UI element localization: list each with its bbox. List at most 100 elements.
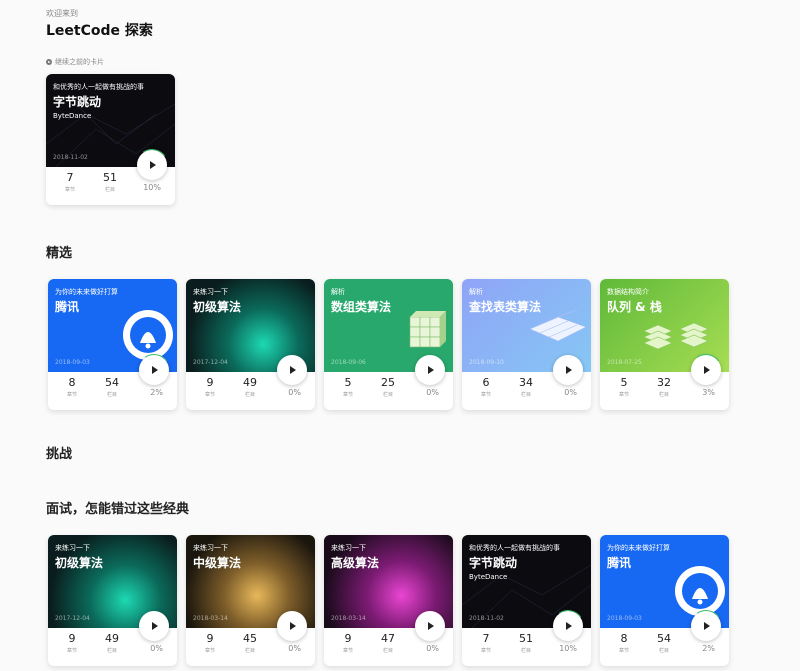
- play-button[interactable]: [687, 351, 725, 389]
- chapters-count: 9: [68, 632, 76, 645]
- card-title: 高级算法: [331, 556, 380, 570]
- chapters-stat: 8 章节: [613, 632, 635, 654]
- play-button[interactable]: [415, 355, 445, 385]
- chapters-stat: 6 章节: [475, 376, 497, 398]
- card-title: 字节跳动: [53, 95, 102, 109]
- chapters-label: 章节: [480, 392, 491, 398]
- items-label: 栏目: [106, 392, 117, 398]
- items-stat: 34 栏目: [515, 376, 537, 398]
- chapters-count: 9: [206, 632, 214, 645]
- card-date: 2018-09-03: [55, 359, 90, 366]
- play-button[interactable]: [553, 355, 583, 385]
- card-subtitle: 和优秀的人一起做有挑战的事: [469, 544, 560, 552]
- card-subtitle: 为你的未来做好打算: [607, 544, 670, 552]
- chapters-label: 章节: [66, 648, 77, 654]
- card-tencent[interactable]: 为你的未来做好打算 腾讯 2018-09-03 8 章节 54 栏目 2%: [48, 279, 177, 410]
- items-label: 栏目: [520, 648, 531, 654]
- items-count: 34: [519, 376, 533, 389]
- section-featured-title: 精选: [46, 246, 73, 261]
- progress-percent: 0%: [288, 388, 301, 397]
- card-date: 2018-07-25: [607, 359, 642, 366]
- items-label: 栏目: [382, 648, 393, 654]
- card-date: 2018-09-06: [331, 359, 366, 366]
- card-subtitle: 来练习一下: [331, 544, 366, 552]
- card-beginner-algorithms[interactable]: 来练习一下 初级算法 2017-12-04 9 章节 49 栏目 0%: [186, 279, 315, 410]
- card-title: 初级算法: [193, 300, 242, 314]
- play-button[interactable]: [139, 611, 169, 641]
- items-label: 栏目: [244, 648, 255, 654]
- chapters-count: 5: [620, 376, 628, 389]
- progress-percent: 2%: [702, 644, 715, 653]
- items-stat: 47 栏目: [377, 632, 399, 654]
- progress-percent: 2%: [150, 388, 163, 397]
- card-date: 2017-12-04: [193, 359, 228, 366]
- progress-percent: 0%: [426, 644, 439, 653]
- continue-label-text: 继续之前的卡片: [55, 58, 104, 66]
- progress-percent: 10%: [559, 644, 577, 653]
- items-label: 栏目: [104, 187, 115, 193]
- welcome-text: 欢迎来到: [46, 9, 78, 18]
- items-count: 51: [103, 171, 117, 184]
- chapters-label: 章节: [204, 648, 215, 654]
- progress-percent: 3%: [702, 388, 715, 397]
- items-count: 25: [381, 376, 395, 389]
- card-bytedance[interactable]: 和优秀的人一起做有挑战的事 字节跳动 ByteDance 2018-11-02 …: [46, 74, 175, 205]
- items-count: 51: [519, 632, 533, 645]
- play-button[interactable]: [277, 611, 307, 641]
- play-button[interactable]: [549, 607, 587, 645]
- card-queue-stack[interactable]: 数据结构简介 队列 & 栈 2018-07-25 5 章节 32 栏目 3%: [600, 279, 729, 410]
- items-stat: 54 栏目: [101, 376, 123, 398]
- card-date: 2017-12-04: [55, 615, 90, 622]
- items-label: 栏目: [520, 392, 531, 398]
- chapters-stat: 8 章节: [61, 376, 83, 398]
- chapters-label: 章节: [480, 648, 491, 654]
- card-title: 字节跳动: [469, 556, 518, 570]
- card-title: 初级算法: [55, 556, 104, 570]
- items-label: 栏目: [658, 648, 669, 654]
- chapters-label: 章节: [618, 648, 629, 654]
- chapters-label: 章节: [618, 392, 629, 398]
- chapters-count: 6: [482, 376, 490, 389]
- items-stat: 25 栏目: [377, 376, 399, 398]
- card-beginner-algorithms[interactable]: 来练习一下 初级算法 2017-12-04 9 章节 49 栏目 0%: [48, 535, 177, 666]
- play-button[interactable]: [277, 355, 307, 385]
- chapters-stat: 5 章节: [613, 376, 635, 398]
- chapters-count: 8: [620, 632, 628, 645]
- card-array-algorithms[interactable]: 解析 数组类算法 2018-09-06 5 章节 25 栏目 0%: [324, 279, 453, 410]
- section-challenge-title: 挑战: [46, 447, 73, 462]
- card-subtitle: 来练习一下: [55, 544, 90, 552]
- play-button[interactable]: [687, 607, 725, 645]
- chapters-stat: 9 章节: [337, 632, 359, 654]
- card-date: 2018-11-02: [53, 154, 88, 161]
- items-count: 47: [381, 632, 395, 645]
- chapters-stat: 9 章节: [199, 632, 221, 654]
- card-hash-table-algorithms[interactable]: 解析 查找表类算法 2018-09-10 6 章节 34 栏目 0%: [462, 279, 591, 410]
- play-button[interactable]: [133, 146, 171, 184]
- play-button[interactable]: [135, 351, 173, 389]
- items-stat: 45 栏目: [239, 632, 261, 654]
- play-button[interactable]: [415, 611, 445, 641]
- card-intermediate-algorithms[interactable]: 来练习一下 中级算法 2018-03-14 9 章节 45 栏目 0%: [186, 535, 315, 666]
- progress-percent: 0%: [150, 644, 163, 653]
- card-tencent[interactable]: 为你的未来做好打算 腾讯 2018-09-03 8 章节 54 栏目 2%: [600, 535, 729, 666]
- items-count: 54: [657, 632, 671, 645]
- card-subtitle: 和优秀的人一起做有挑战的事: [53, 83, 144, 91]
- card-subtitle: 解析: [331, 288, 345, 296]
- card-title: 数组类算法: [331, 300, 392, 314]
- card-title: 查找表类算法: [469, 300, 542, 314]
- items-label: 栏目: [106, 648, 117, 654]
- card-bytedance[interactable]: 和优秀的人一起做有挑战的事 字节跳动 ByteDance 2018-11-02 …: [462, 535, 591, 666]
- items-count: 32: [657, 376, 671, 389]
- continue-label: 继续之前的卡片: [46, 57, 104, 67]
- card-date: 2018-09-03: [607, 615, 642, 622]
- items-stat: 49 栏目: [239, 376, 261, 398]
- card-date: 2018-03-14: [331, 615, 366, 622]
- page-title: LeetCode 探索: [46, 23, 153, 39]
- items-label: 栏目: [382, 392, 393, 398]
- card-advanced-algorithms[interactable]: 来练习一下 高级算法 2018-03-14 9 章节 47 栏目 0%: [324, 535, 453, 666]
- items-stat: 32 栏目: [653, 376, 675, 398]
- items-stat: 49 栏目: [101, 632, 123, 654]
- items-count: 45: [243, 632, 257, 645]
- chapters-count: 7: [66, 171, 74, 184]
- progress-percent: 10%: [143, 183, 161, 192]
